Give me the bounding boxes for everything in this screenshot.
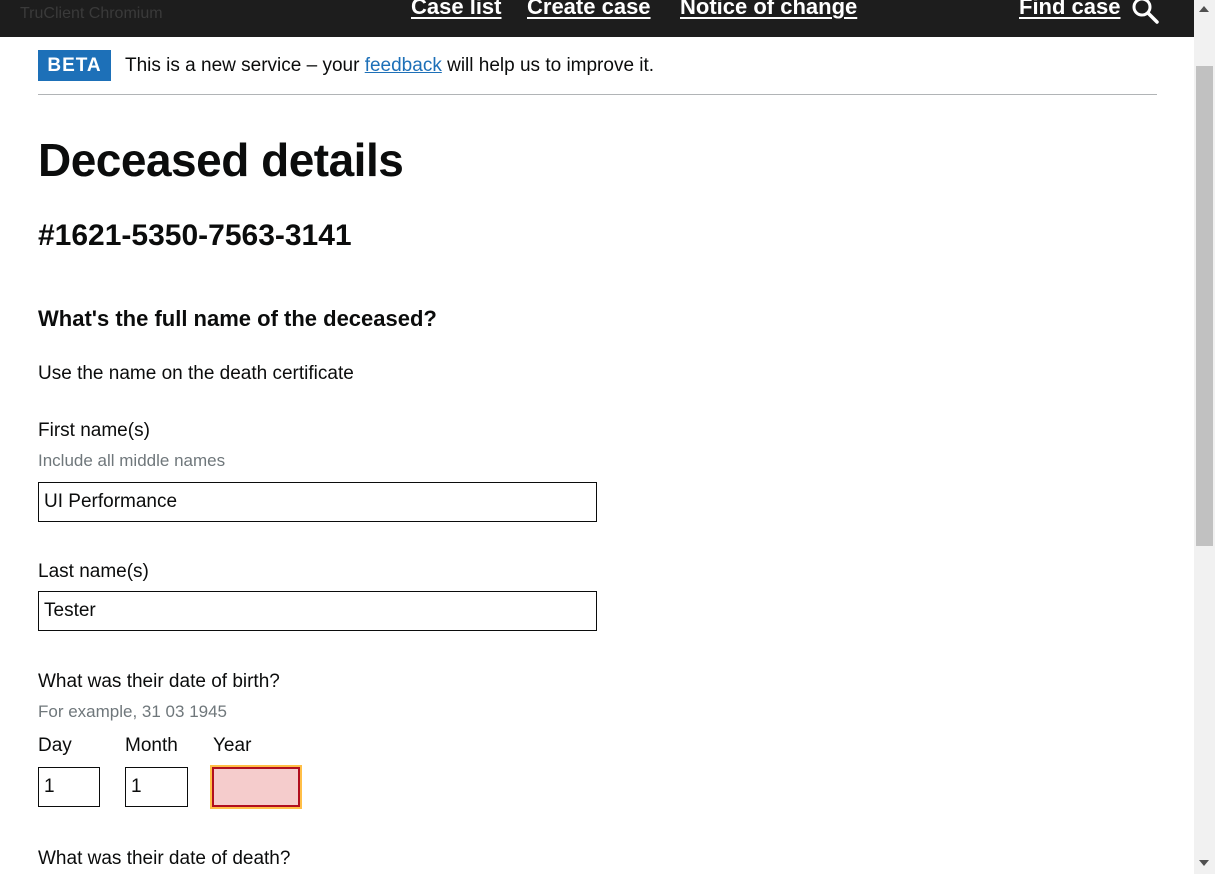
header-bar: TruClient Chromium Case list Create case… [0,0,1194,37]
last-name-input[interactable] [38,591,597,631]
dob-question: What was their date of birth? [38,671,280,692]
first-name-hint: Include all middle names [38,451,226,470]
month-label: Month [125,735,178,756]
last-name-label: Last name(s) [38,561,149,582]
nav-case-list[interactable]: Case list [411,0,502,20]
search-icon[interactable] [1131,0,1161,25]
case-number: #1621-5350-7563-3141 [38,219,352,252]
dob-year-input[interactable] [210,765,302,809]
year-label: Year [213,735,252,756]
scroll-down-icon[interactable] [1199,860,1209,866]
dod-question: What was their date of death? [38,848,291,869]
scroll-thumb[interactable] [1196,66,1213,546]
scroll-up-icon[interactable] [1199,6,1209,12]
name-question: What's the full name of the deceased? [38,306,437,331]
nav-create-case[interactable]: Create case [527,0,651,20]
window-title: TruClient Chromium [20,5,163,22]
first-name-input[interactable] [38,482,597,522]
first-name-label: First name(s) [38,420,150,441]
vertical-scrollbar[interactable] [1194,0,1215,874]
phase-banner: BETA This is a new service – your feedba… [38,50,1157,95]
beta-message: This is a new service – your feedback wi… [125,55,654,77]
nav-notice-of-change[interactable]: Notice of change [680,0,857,20]
dob-month-input[interactable] [125,767,188,807]
beta-tag: BETA [38,50,111,81]
name-hint: Use the name on the death certificate [38,363,354,384]
nav-find-case[interactable]: Find case [1019,0,1120,20]
page-title: Deceased details [38,134,404,186]
dob-day-input[interactable] [38,767,100,807]
feedback-link[interactable]: feedback [365,55,442,76]
beta-text-before: This is a new service – your [125,55,360,76]
day-label: Day [38,735,72,756]
beta-text-after: will help us to improve it. [447,55,655,76]
dob-hint: For example, 31 03 1945 [38,702,228,721]
